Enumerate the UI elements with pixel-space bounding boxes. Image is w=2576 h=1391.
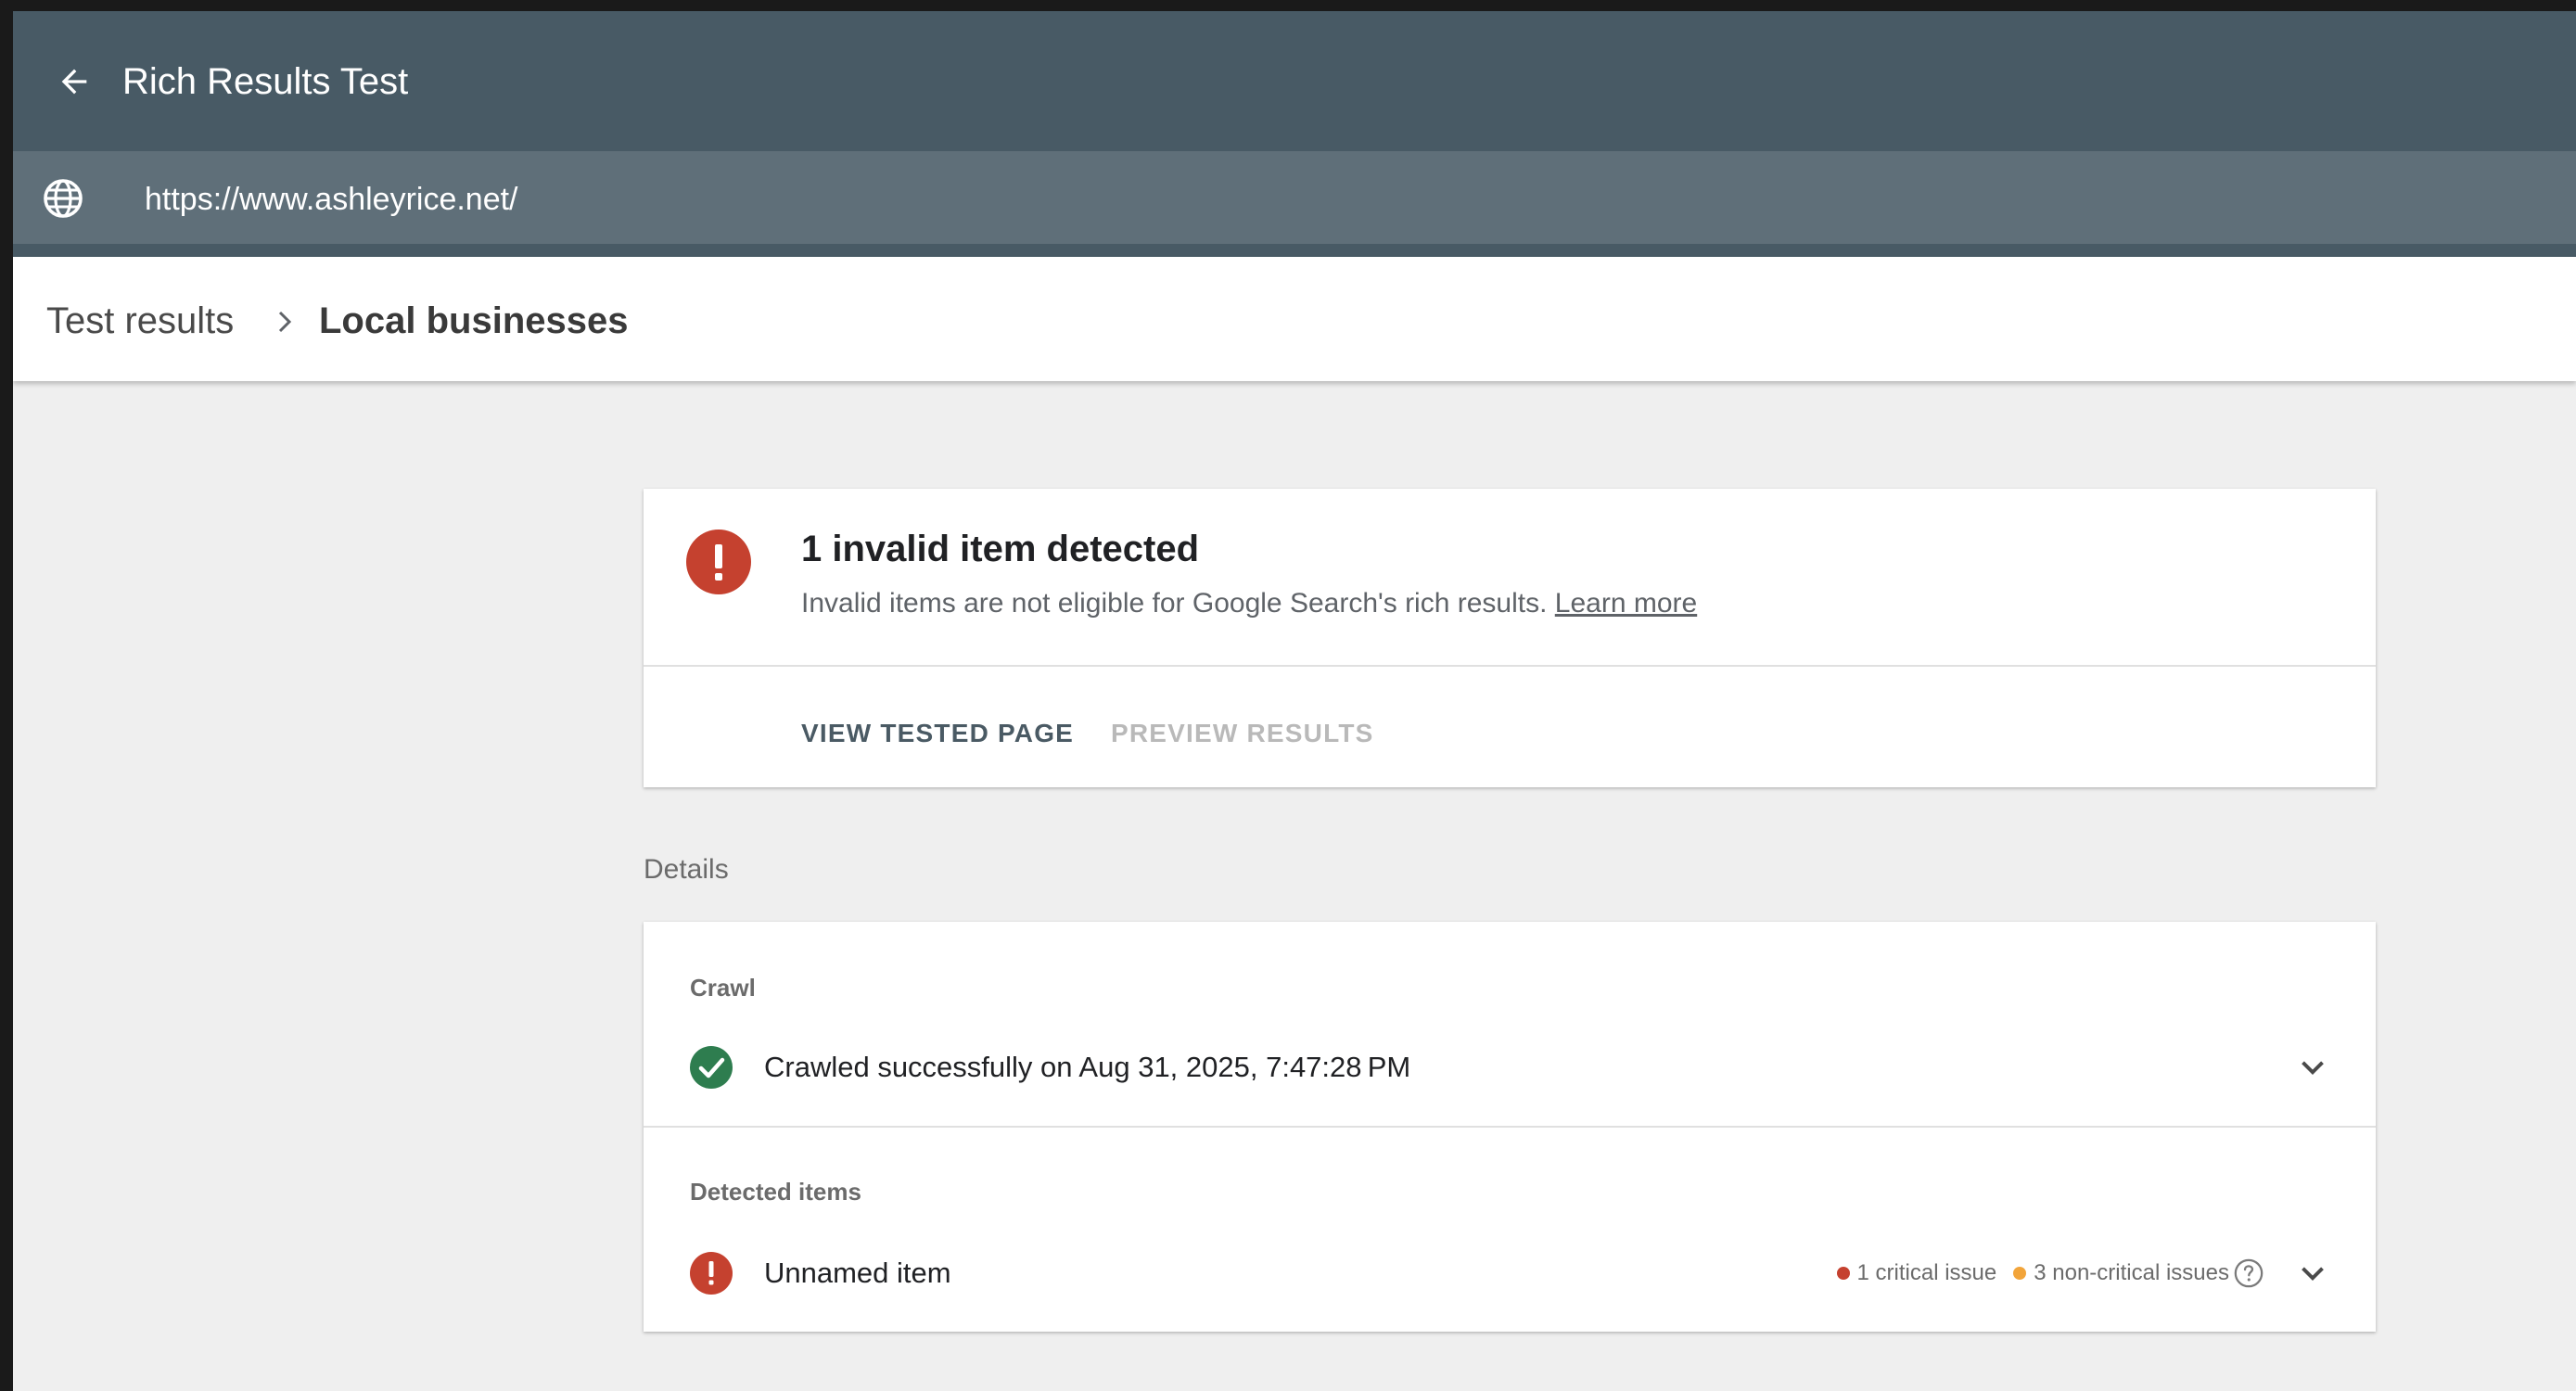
breadcrumb: Test results Local businesses (13, 257, 2576, 381)
breadcrumb-test-results[interactable]: Test results (46, 298, 234, 344)
preview-results-button: PREVIEW RESULTS (1111, 719, 1374, 747)
chevron-down-icon[interactable] (2296, 1051, 2329, 1084)
tested-url[interactable]: https://www.ashleyrice.net/ (145, 180, 518, 219)
critical-issue-count: 1 critical issue (1836, 1260, 1997, 1286)
summary-description-text: Invalid items are not eligible for Googl… (801, 588, 1548, 619)
summary-card: 1 invalid item detected Invalid items ar… (644, 489, 2376, 787)
learn-more-link[interactable]: Learn more (1555, 588, 1697, 619)
details-divider (644, 1126, 2376, 1128)
app-bar: Rich Results Test (13, 11, 2576, 151)
breadcrumb-current: Local businesses (319, 300, 629, 341)
chevron-down-icon[interactable] (2296, 1257, 2329, 1290)
url-bar-edge (13, 244, 2576, 257)
help-icon[interactable] (2233, 1257, 2264, 1289)
error-icon (690, 1252, 733, 1295)
check-circle-icon (690, 1046, 733, 1089)
summary-description: Invalid items are not eligible for Googl… (801, 585, 1697, 622)
globe-icon (44, 179, 83, 218)
detected-item-name[interactable]: Unnamed item (764, 1255, 951, 1292)
critical-issue-text: 1 critical issue (1856, 1260, 1997, 1285)
critical-dot (1836, 1267, 1850, 1280)
crawl-label: Crawl (690, 974, 756, 1002)
chevron-right-icon (278, 311, 292, 333)
issue-summary: 1 critical issue 3 non-critical issues (1836, 1257, 2246, 1289)
app-title: Rich Results Test (122, 61, 409, 102)
non-critical-issue-text: 3 non-critical issues (2034, 1260, 2229, 1285)
summary-title: 1 invalid item detected (801, 529, 1200, 569)
arrow-back-icon (61, 69, 87, 95)
error-icon (686, 530, 751, 594)
summary-divider (644, 665, 2376, 667)
non-critical-dot (2013, 1267, 2027, 1280)
non-critical-issue-count: 3 non-critical issues (2013, 1260, 2229, 1286)
app-window: Rich Results Test https://www.ashleyrice… (13, 11, 2576, 1391)
back-button[interactable] (45, 52, 104, 111)
details-card: Crawl Crawled successfully on Aug 31, 20… (644, 922, 2376, 1332)
view-tested-page-button[interactable]: VIEW TESTED PAGE (801, 717, 1074, 750)
crawl-status: Crawled successfully on Aug 31, 2025, 7:… (764, 1051, 1411, 1083)
details-heading: Details (644, 854, 729, 885)
detected-items-label: Detected items (690, 1178, 861, 1206)
